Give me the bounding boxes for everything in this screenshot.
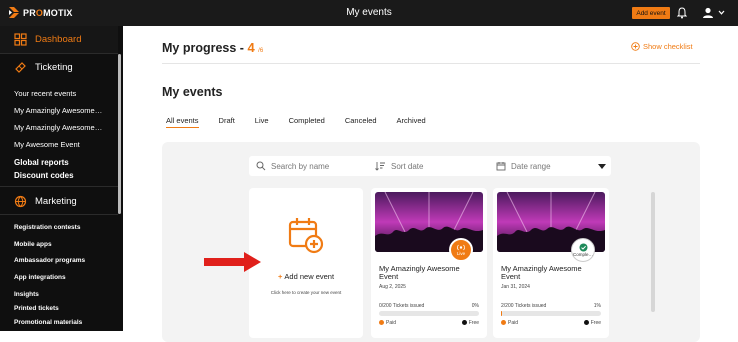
ticket-icon bbox=[15, 62, 26, 73]
date-range-select[interactable]: Date range bbox=[496, 156, 611, 176]
tickets-issued: 2/200 Tickets issued bbox=[501, 303, 547, 309]
user-avatar-icon[interactable] bbox=[702, 7, 714, 19]
tickets-percent: 0% bbox=[471, 303, 479, 309]
tab-completed[interactable]: Completed bbox=[289, 116, 325, 128]
tickets-percent: 1% bbox=[593, 303, 601, 309]
sidebar-recent-event[interactable]: My Awesome Event bbox=[14, 140, 80, 149]
dashboard-icon bbox=[14, 33, 27, 46]
paid-label: Paid bbox=[508, 320, 519, 326]
free-label: Free bbox=[468, 320, 479, 326]
ticket-legend: Paid Free bbox=[379, 320, 479, 326]
divider bbox=[0, 186, 118, 187]
status-badge-live: Live bbox=[449, 238, 473, 262]
sidebar-scrollbar[interactable] bbox=[118, 54, 121, 214]
status-badge-completed: Comple… bbox=[571, 238, 595, 262]
sidebar-item-label: Ticketing bbox=[35, 62, 73, 73]
paid-label: Paid bbox=[386, 320, 397, 326]
sidebar-item-dashboard[interactable]: Dashboard bbox=[0, 26, 118, 53]
tickets-issued: 0/200 Tickets issued bbox=[379, 303, 425, 309]
add-event-button[interactable]: Add event bbox=[632, 7, 670, 19]
sidebar-item-ambassador-programs[interactable]: Ambassador programs bbox=[14, 257, 85, 264]
sidebar-item-ticketing[interactable]: Ticketing bbox=[14, 61, 73, 74]
ticket-legend: Paid Free bbox=[501, 320, 601, 326]
event-card[interactable]: Comple… My Amazingly Awesome Event Jan 3… bbox=[493, 188, 609, 338]
divider bbox=[0, 53, 118, 54]
sidebar-item-promotional-materials[interactable]: Promotional materials bbox=[14, 319, 82, 326]
tab-canceled[interactable]: Canceled bbox=[345, 116, 377, 128]
paid-dot bbox=[379, 320, 384, 326]
create-event-hint: Click here to create your new event bbox=[270, 290, 342, 295]
sort-icon bbox=[375, 162, 385, 171]
event-date: Aug 2, 2025 bbox=[379, 284, 406, 290]
bell-icon[interactable] bbox=[677, 7, 687, 19]
event-title: My Amazingly Awesome Event bbox=[379, 264, 460, 281]
divider bbox=[0, 214, 118, 215]
search-placeholder: Search by name bbox=[271, 161, 330, 171]
sidebar-item-app-integrations[interactable]: App integrations bbox=[14, 274, 66, 281]
sidebar-item-mobile-apps[interactable]: Mobile apps bbox=[14, 241, 52, 248]
globe-icon bbox=[14, 195, 27, 208]
tab-live[interactable]: Live bbox=[255, 116, 269, 128]
cards-scrollbar[interactable] bbox=[651, 192, 655, 312]
recent-events-heading: Your recent events bbox=[14, 89, 77, 98]
search-input[interactable]: Search by name bbox=[256, 156, 371, 176]
add-new-event-label[interactable]: + Add new event bbox=[249, 272, 363, 281]
sidebar-item-label: Dashboard bbox=[35, 34, 82, 45]
check-circle-icon bbox=[579, 243, 587, 252]
sidebar-item-printed-tickets[interactable]: Printed tickets bbox=[14, 305, 59, 312]
tab-all-events[interactable]: All events bbox=[166, 116, 199, 128]
main-content: My progress - 4 /6 Show checklist My eve… bbox=[123, 26, 738, 342]
show-checklist-link[interactable]: Show checklist bbox=[631, 42, 693, 51]
sort-placeholder: Sort date bbox=[391, 161, 424, 171]
arrow-right-icon bbox=[204, 252, 261, 272]
tickets-progress-bar bbox=[379, 311, 479, 316]
free-label: Free bbox=[590, 320, 601, 326]
sidebar-item-registration-contests[interactable]: Registration contests bbox=[14, 224, 80, 231]
sidebar-recent-event[interactable]: My Amazingly Awesome… bbox=[14, 123, 102, 132]
search-icon bbox=[256, 161, 266, 171]
sidebar-item-marketing[interactable]: Marketing bbox=[14, 195, 77, 208]
progress-heading: My progress - 4 /6 bbox=[162, 40, 264, 55]
filter-bar: Search by name Sort date Date range bbox=[249, 156, 611, 176]
sidebar-item-global-reports[interactable]: Global reports bbox=[14, 158, 69, 167]
sidebar: Dashboard Ticketing Your recent events M… bbox=[0, 26, 123, 331]
sidebar-item-label: Marketing bbox=[35, 196, 77, 207]
create-event-card[interactable]: + Add new event Click here to create you… bbox=[249, 188, 363, 338]
date-range-placeholder: Date range bbox=[511, 161, 551, 171]
free-dot bbox=[461, 320, 467, 326]
sidebar-item-insights[interactable]: Insights bbox=[14, 291, 39, 298]
events-panel: Search by name Sort date Date range + Ad… bbox=[162, 142, 700, 342]
broadcast-icon bbox=[456, 244, 466, 251]
event-date: Jan 31, 2024 bbox=[501, 284, 530, 290]
divider bbox=[162, 63, 700, 64]
event-card[interactable]: Live My Amazingly Awesome Event Aug 2, 2… bbox=[371, 188, 487, 338]
tickets-progress-bar bbox=[501, 311, 601, 316]
event-title: My Amazingly Awesome Event bbox=[501, 264, 582, 281]
caret-down-icon bbox=[598, 164, 606, 169]
event-tabs: All events Draft Live Completed Canceled… bbox=[166, 116, 446, 128]
top-bar: PROMOTIX My events Add event bbox=[0, 0, 738, 26]
section-title: My events bbox=[162, 85, 223, 99]
calendar-add-icon bbox=[288, 218, 324, 254]
sidebar-item-discount-codes[interactable]: Discount codes bbox=[14, 171, 74, 180]
plus-circle-icon bbox=[631, 42, 640, 51]
page-title: My events bbox=[346, 7, 392, 18]
sort-date-select[interactable]: Sort date bbox=[375, 156, 490, 176]
sidebar-recent-event[interactable]: My Amazingly Awesome… bbox=[14, 106, 102, 115]
tab-draft[interactable]: Draft bbox=[219, 116, 235, 128]
free-dot bbox=[583, 320, 589, 326]
progress-value: 4 bbox=[247, 40, 255, 55]
calendar-icon bbox=[496, 162, 506, 171]
progress-unit: /6 bbox=[258, 48, 264, 54]
show-checklist-label: Show checklist bbox=[643, 42, 693, 51]
paid-dot bbox=[501, 320, 506, 326]
tab-archived[interactable]: Archived bbox=[397, 116, 426, 128]
chevron-down-icon[interactable] bbox=[718, 9, 725, 16]
